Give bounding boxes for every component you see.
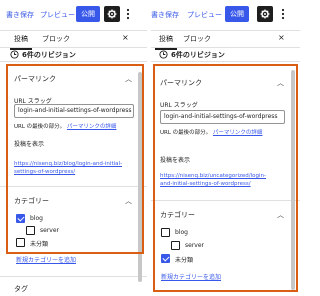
tab-block[interactable]: ブロック (42, 34, 70, 44)
save-draft-button[interactable]: 書き保存 (6, 10, 34, 20)
add-new-category-link[interactable]: 新規カテゴリーを追加 (16, 255, 76, 264)
settings-gear-icon[interactable] (104, 6, 120, 22)
settings-sidebar-right: 書き保存 プレビュー 公開 投稿 ブロック × 6件のリビジョン パーマリンク … (151, 0, 300, 296)
sidebar-tabs: 投稿 ブロック × (151, 30, 300, 50)
publish-button[interactable]: 公開 (76, 6, 100, 22)
settings-sidebar-left: 書き保存 プレビュー 公開 投稿 ブロック × 6件のリビジョン パーマリンク … (0, 0, 147, 296)
section-divider (0, 276, 147, 277)
publish-button[interactable]: 公開 (225, 6, 249, 22)
revisions-row[interactable]: 6件のリビジョン (151, 48, 300, 62)
revisions-label: 6件のリビジョン (171, 51, 225, 59)
preview-button[interactable]: プレビュー (40, 10, 75, 20)
editor-toolbar: 書き保存 プレビュー 公開 (0, 0, 147, 30)
more-options-icon[interactable] (124, 6, 132, 22)
revisions-label: 6件のリビジョン (22, 51, 76, 59)
revisions-row[interactable]: 6件のリビジョン (0, 48, 147, 62)
tab-block[interactable]: ブロック (183, 34, 211, 44)
highlight-frame (153, 64, 298, 292)
sidebar-tabs: 投稿 ブロック × (0, 30, 147, 50)
clock-icon (159, 50, 168, 59)
clock-icon (10, 50, 19, 59)
settings-gear-icon[interactable] (257, 6, 273, 22)
preview-button[interactable]: プレビュー (187, 10, 222, 20)
highlight-frame (6, 64, 144, 254)
save-draft-button[interactable]: 書き保存 (151, 10, 179, 20)
editor-toolbar: 書き保存 プレビュー 公開 (151, 0, 300, 30)
tags-panel-title[interactable]: タグ (14, 284, 28, 294)
more-options-icon[interactable] (279, 6, 287, 22)
tab-post[interactable]: 投稿 (10, 34, 32, 50)
tab-post[interactable]: 投稿 (155, 34, 177, 50)
close-sidebar-icon[interactable]: × (278, 33, 285, 42)
close-sidebar-icon[interactable]: × (122, 33, 129, 42)
